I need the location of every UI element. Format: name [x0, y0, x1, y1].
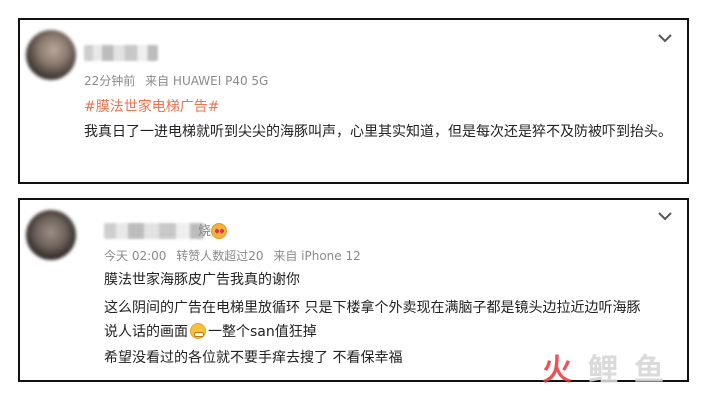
weibo-post-card: 22分钟前 来自 HUAWEI P40 5G #膜法世家电梯广告# 我真日了一进… [18, 18, 689, 184]
svg-text:鱼: 鱼 [634, 353, 664, 388]
post-source: 来自 iPhone 12 [273, 249, 361, 263]
grimace-emoji-icon [190, 323, 206, 339]
post-source: 来自 HUAWEI P40 5G [145, 74, 269, 88]
post-line-with-emoji: 说人话的画面 一整个san值狂掉 [104, 321, 317, 341]
avatar[interactable] [26, 30, 76, 80]
post-time[interactable]: 22分钟前 [84, 74, 135, 88]
post-line: 膜法世家海豚皮广告我真的谢你 [104, 272, 300, 288]
post-text-fragment: 说人话的画面 [104, 324, 188, 340]
post-text-fragment: 一整个san值狂掉 [208, 324, 317, 340]
carp-watermark-logo: 火 鲤 鱼 [542, 353, 664, 388]
post-line: 希望没看过的各位就不要手痒去搜了 不看保幸福 [104, 350, 403, 366]
svg-text:鲤: 鲤 [588, 353, 618, 388]
repost-count: 转赞人数超过20 [176, 249, 264, 263]
chevron-down-icon[interactable] [657, 211, 673, 221]
heart-eyes-emoji-icon [211, 223, 227, 239]
post-time[interactable]: 今天 02:00 [104, 249, 166, 263]
username-blurred[interactable] [84, 45, 158, 61]
chevron-down-icon[interactable] [657, 33, 673, 43]
post-line: 这么阴间的广告在电梯里放循环 只是下楼拿个外卖现在满脑子都是镜头边拉近边听海豚 [104, 300, 641, 316]
username-tail: 烧 [198, 224, 212, 239]
avatar[interactable] [26, 210, 76, 260]
post-meta: 今天 02:00 转赞人数超过20 来自 iPhone 12 [104, 247, 367, 264]
svg-text:火: 火 [542, 353, 572, 388]
username-blurred[interactable] [104, 223, 204, 239]
hashtag-link[interactable]: #膜法世家电梯广告# [84, 96, 219, 116]
post-meta: 22分钟前 来自 HUAWEI P40 5G [84, 72, 274, 89]
post-body: 我真日了一进电梯就听到尖尖的海豚叫声，心里其实知道，但是每次还是猝不及防被吓到抬… [84, 124, 672, 140]
